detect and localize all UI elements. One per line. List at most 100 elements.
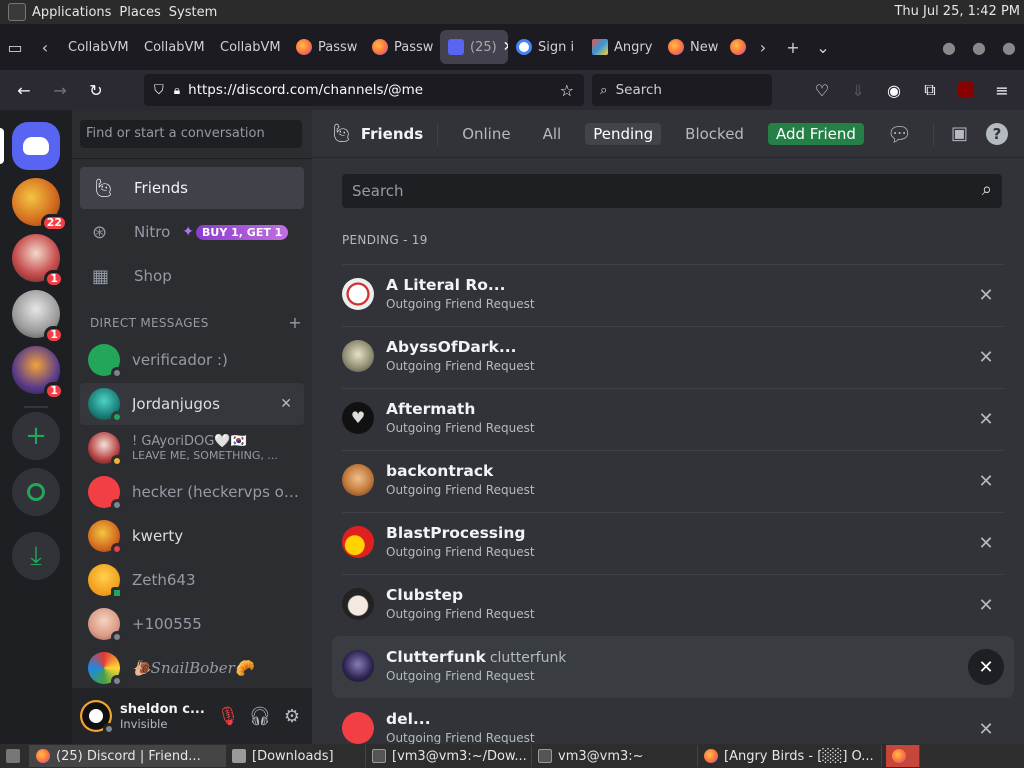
url-bar[interactable]: ⛉ 🔒︎ https://discord.com/channels/@me ☆ (144, 74, 584, 106)
cancel-request-icon[interactable]: ✕ (968, 463, 1004, 499)
dm-list-item[interactable]: ! GAyoriDOG🤍🇰🇷 LEAVE ME, SOMETHING, ... (80, 427, 304, 469)
dm-list-item[interactable]: kwerty (80, 515, 304, 557)
scroll-tabs-right-icon[interactable]: › (748, 30, 778, 64)
browser-tab[interactable]: Sign i (508, 30, 584, 64)
pending-request-row[interactable]: BlastProcessing Outgoing Friend Request … (332, 512, 1014, 574)
pending-request-row[interactable]: A Literal Ro... Outgoing Friend Request … (332, 264, 1014, 326)
pending-request-row[interactable]: Clutterfunk clutterfunk Outgoing Friend R… (332, 636, 1014, 698)
dm-list-item[interactable]: Zeth643 (80, 559, 304, 601)
browser-tab[interactable]: Passw (288, 30, 364, 64)
back-arrow-icon[interactable]: ← (6, 74, 42, 106)
friend-search-input[interactable]: Search ⌕ (342, 174, 1002, 208)
extensions-icon[interactable]: ⧉ (912, 74, 948, 106)
browser-tab[interactable]: CollabVM (212, 30, 288, 64)
tab-online[interactable]: Online (454, 123, 518, 145)
download-icon[interactable]: ⇓ (840, 74, 876, 106)
friends-nav-item[interactable]: 🙋︎ Friends (80, 167, 304, 209)
inbox-icon[interactable]: ▣ (951, 123, 968, 144)
browser-tab[interactable]: Passw (364, 30, 440, 64)
headphones-icon[interactable]: 🎧︎ (244, 700, 276, 732)
maximize-window-icon[interactable]: ● (964, 30, 994, 64)
account-icon[interactable]: ◉ (876, 74, 912, 106)
pending-request-row[interactable]: del... Outgoing Friend Request ✕ (332, 698, 1014, 744)
server-icon[interactable]: 1 (12, 290, 64, 344)
browser-tab[interactable]: CollabVM (136, 30, 212, 64)
dm-list-item[interactable]: Jordanjugos ✕ (80, 383, 304, 425)
list-all-tabs-icon[interactable]: ⌄ (808, 30, 838, 64)
applications-menu[interactable]: Applications (32, 5, 119, 20)
dm-list-item[interactable]: hecker (heckervps ow... (80, 471, 304, 513)
cancel-request-icon[interactable]: ✕ (968, 339, 1004, 375)
pending-request-row[interactable]: Clubstep Outgoing Friend Request ✕ (332, 574, 1014, 636)
browser-search-bar[interactable]: ⌕ Search (592, 74, 772, 106)
shop-nav-item[interactable]: ▦ Shop (80, 255, 304, 297)
gnome-foot-icon[interactable] (8, 3, 26, 21)
browser-tab[interactable]: CollabVM (60, 30, 136, 64)
taskbar-item[interactable]: (25) Discord | Friend... (30, 745, 226, 767)
cancel-request-icon[interactable]: ✕ (968, 711, 1004, 744)
new-group-dm-icon[interactable]: 💬︎ (887, 122, 912, 146)
pending-request-row[interactable]: ♥ Aftermath Outgoing Friend Request ✕ (332, 388, 1014, 450)
reload-icon[interactable]: ↻ (78, 74, 114, 106)
discord-home-icon[interactable] (12, 122, 60, 170)
server-icon[interactable]: 22 (12, 178, 68, 232)
mute-mic-icon[interactable]: 🎙︎ (212, 700, 244, 732)
find-conversation-input[interactable]: Find or start a conversation (80, 120, 302, 148)
url-text[interactable]: https://discord.com/channels/@me (188, 82, 423, 98)
help-icon[interactable]: ? (986, 122, 1008, 145)
bookmark-star-icon[interactable]: ☆ (560, 81, 574, 100)
workspace-switcher[interactable] (886, 745, 920, 767)
add-server-icon[interactable]: + (12, 412, 60, 460)
pocket-icon[interactable]: ♡ (804, 74, 840, 106)
tab-overview-icon[interactable]: ▭ (0, 30, 30, 64)
friends-nav-label: Friends (134, 179, 188, 197)
user-info[interactable]: sheldon c... Invisible (120, 702, 212, 731)
browser-tab[interactable]: New (660, 30, 726, 64)
server-icon[interactable]: 1 (12, 234, 64, 288)
friends-wave-icon: 🙋︎ (92, 177, 115, 199)
pending-request-row[interactable]: AbyssOfDark... Outgoing Friend Request ✕ (332, 326, 1014, 388)
minimize-window-icon[interactable]: ● (934, 30, 964, 64)
cancel-request-icon[interactable]: ✕ (968, 525, 1004, 561)
dm-list-item[interactable]: 🐌SnailBober🥐 (80, 647, 304, 689)
settings-gear-icon[interactable]: ⚙ (276, 700, 308, 732)
close-window-icon[interactable]: ● (994, 30, 1024, 64)
shield-icon[interactable]: ⛉ (154, 83, 164, 98)
cancel-request-icon[interactable]: ✕ (968, 649, 1004, 685)
browser-tab[interactable]: Angry (584, 30, 660, 64)
scroll-tabs-left-icon[interactable]: ‹ (30, 30, 60, 64)
dm-list-item[interactable]: verificador :) (80, 339, 304, 381)
explore-compass-icon[interactable] (12, 468, 60, 516)
tab-blocked[interactable]: Blocked (677, 123, 752, 145)
pending-request-row[interactable]: backontrack Outgoing Friend Request ✕ (332, 450, 1014, 512)
taskbar-item[interactable]: [Angry Birds - [░░] O... (698, 745, 882, 767)
add-friend-button[interactable]: Add Friend (767, 122, 864, 145)
tab-all[interactable]: All (535, 123, 570, 145)
places-menu[interactable]: Places (119, 5, 168, 20)
nitro-nav-item[interactable]: ⊛ Nitro ✦ BUY 1, GET 1 (80, 211, 304, 253)
cancel-request-icon[interactable]: ✕ (968, 277, 1004, 313)
taskbar-item[interactable]: [vm3@vm3:~/Dow... (366, 745, 532, 767)
cancel-request-icon[interactable]: ✕ (968, 401, 1004, 437)
show-desktop-icon[interactable] (0, 745, 30, 767)
system-menu[interactable]: System (169, 5, 225, 20)
download-apps-icon[interactable]: ⤓ (12, 532, 60, 580)
tab-pending[interactable]: Pending (585, 122, 662, 145)
new-tab-icon[interactable]: + (778, 30, 808, 64)
browser-nav-bar: ← → ↻ ⛉ 🔒︎ https://discord.com/channels/… (0, 70, 1024, 110)
ublock-icon[interactable] (948, 74, 984, 106)
taskbar-item[interactable]: vm3@vm3:~ (532, 745, 698, 767)
browser-tab[interactable] (726, 30, 748, 64)
user-avatar[interactable] (80, 700, 115, 735)
close-dm-icon[interactable]: ✕ (280, 396, 292, 412)
dm-list-item[interactable]: +100555 (80, 603, 304, 645)
cancel-request-icon[interactable]: ✕ (968, 587, 1004, 623)
browser-tab-active[interactable]: (25)✕ (440, 30, 508, 64)
server-icon[interactable]: 1 (12, 346, 64, 400)
taskbar-item[interactable]: [Downloads] (226, 745, 366, 767)
forward-arrow-icon[interactable]: → (42, 74, 78, 106)
lock-icon[interactable]: 🔒︎ (174, 83, 180, 98)
clock[interactable]: Thu Jul 25, 1:42 PM (894, 4, 1020, 19)
menu-icon[interactable]: ≡ (984, 74, 1020, 106)
create-dm-plus-icon[interactable]: + (288, 313, 302, 332)
